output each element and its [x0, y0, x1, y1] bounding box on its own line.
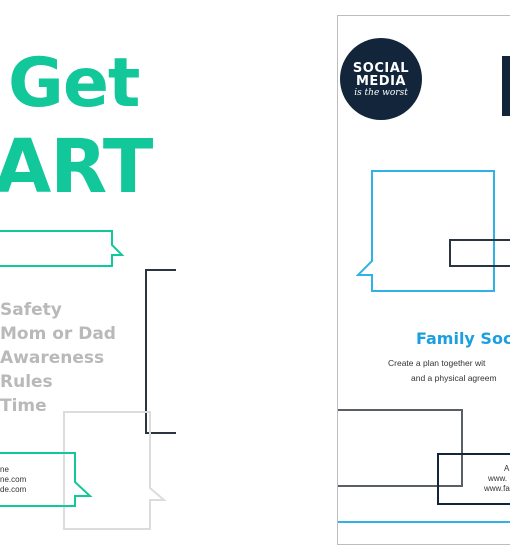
- left-footer-line: de.com: [0, 485, 27, 494]
- left-list-item: Mom or Dad: [0, 324, 116, 344]
- left-list-item: Time: [0, 396, 47, 416]
- description-line2: and a physical agreem: [411, 373, 497, 383]
- social-media-logo: SOCIAL MEDIA is the worst: [340, 38, 422, 120]
- logo-tagline: is the worst: [354, 88, 408, 98]
- left-list-item: Rules: [0, 372, 53, 392]
- left-title-art: ART: [0, 124, 153, 210]
- description-line1: Create a plan together wit: [388, 358, 486, 368]
- left-footer-line: ne.com: [0, 475, 27, 484]
- left-speech-bubble-top: [0, 230, 125, 267]
- dark-block: [502, 56, 510, 116]
- right-footer-line: www.: [488, 474, 508, 483]
- right-footer-line: A: [504, 464, 510, 473]
- right-poster: SOCIAL MEDIA is the worst Family Soc Cre…: [337, 15, 510, 545]
- left-list-item: Awareness: [0, 348, 105, 368]
- logo-line2: MEDIA: [355, 74, 406, 89]
- bottom-blue-rule: [338, 521, 510, 523]
- right-footer-line: www.fa: [484, 484, 510, 493]
- left-footer-line: ne: [0, 465, 9, 474]
- left-title-get: Get: [8, 44, 140, 123]
- family-heading: Family Soc: [416, 329, 510, 348]
- right-dark-frame-top: [449, 239, 510, 267]
- left-list-item: Safety: [0, 300, 62, 320]
- right-speech-bubble: [356, 170, 495, 292]
